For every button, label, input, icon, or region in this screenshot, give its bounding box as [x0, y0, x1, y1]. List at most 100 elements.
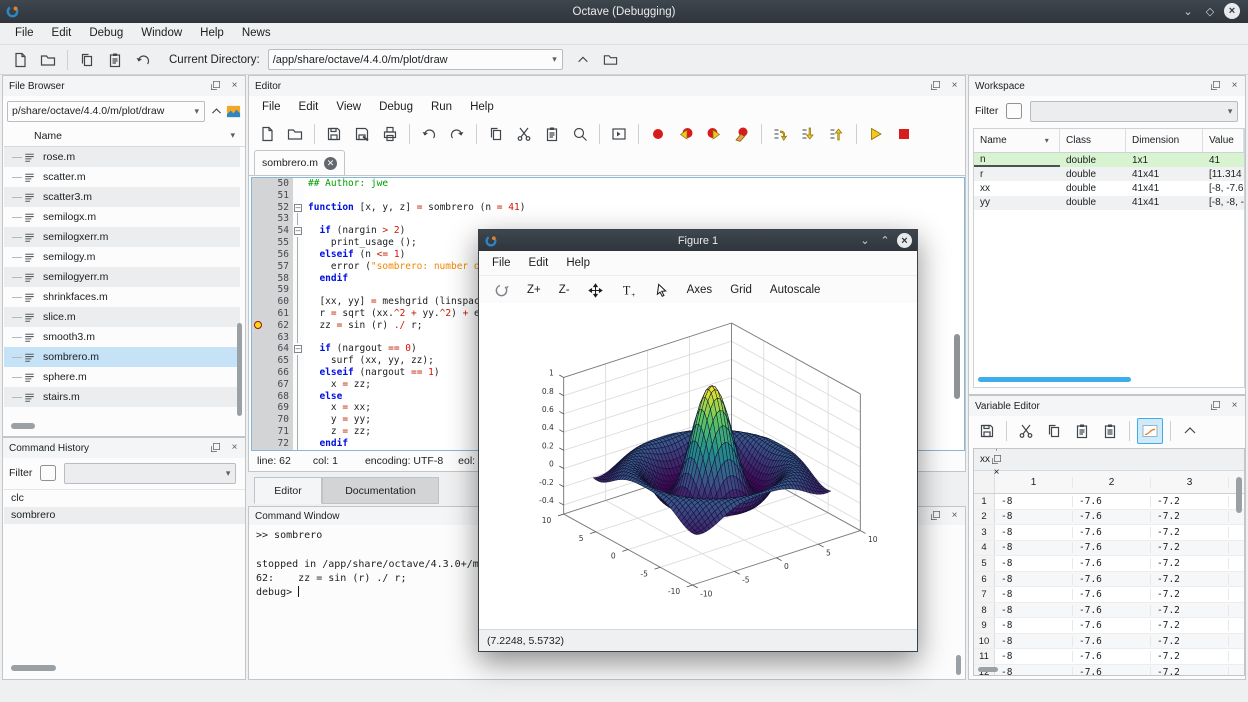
- collapse-button[interactable]: [1178, 419, 1202, 443]
- minimize-button[interactable]: ⌄: [1180, 3, 1196, 19]
- step-out-button[interactable]: [825, 122, 849, 146]
- workspace-cell[interactable]: double: [1060, 197, 1126, 208]
- pointer-icon[interactable]: [645, 278, 678, 302]
- fold-collapse-icon[interactable]: –: [294, 345, 302, 353]
- file-row[interactable]: sphere.m: [4, 367, 240, 387]
- menu-item-help[interactable]: Help: [461, 97, 503, 118]
- workspace-row[interactable]: ndouble1x141: [974, 153, 1244, 167]
- breakpoint-margin[interactable]: [252, 190, 265, 202]
- command-history-hscrollbar[interactable]: [11, 665, 56, 671]
- filter-checkbox[interactable]: [40, 465, 56, 481]
- menu-item-file[interactable]: File: [6, 23, 43, 44]
- variable-cell[interactable]: -7.6: [1073, 496, 1151, 507]
- run-in-terminal-button[interactable]: [607, 122, 631, 146]
- breakpoint-margin[interactable]: [252, 273, 265, 285]
- stop-button[interactable]: [892, 122, 916, 146]
- history-item[interactable]: sombrero: [4, 507, 245, 524]
- pan-icon[interactable]: [579, 278, 612, 302]
- float-panel-icon[interactable]: [990, 453, 1003, 466]
- menu-item-debug[interactable]: Debug: [80, 23, 132, 44]
- maximize-button[interactable]: ◇: [1202, 3, 1218, 19]
- breakpoint-margin[interactable]: [252, 320, 265, 332]
- fold-margin[interactable]: [293, 213, 304, 225]
- directory-up-button[interactable]: [571, 48, 595, 72]
- dock-tab-documentation[interactable]: Documentation: [322, 477, 439, 504]
- rotate-icon[interactable]: [485, 278, 518, 302]
- workspace-column-class[interactable]: Class: [1060, 129, 1126, 152]
- variable-cell[interactable]: -8: [995, 527, 1073, 538]
- file-browser-hscrollbar[interactable]: [11, 423, 35, 429]
- workspace-column-value[interactable]: Value: [1203, 129, 1244, 152]
- fold-margin[interactable]: [293, 237, 304, 249]
- variable-cell[interactable]: -7.2: [1151, 667, 1229, 676]
- browse-directory-button[interactable]: [599, 48, 623, 72]
- row-number[interactable]: 7: [974, 587, 995, 602]
- file-browser-vscrollbar[interactable]: [237, 323, 242, 416]
- breakpoint-margin[interactable]: [252, 284, 265, 296]
- breakpoint-margin[interactable]: [252, 225, 265, 237]
- save-button[interactable]: [975, 419, 999, 443]
- print-button[interactable]: [378, 122, 402, 146]
- filter-checkbox[interactable]: [1006, 103, 1022, 119]
- workspace-cell[interactable]: 41x41: [1126, 183, 1203, 194]
- workspace-cell[interactable]: 41: [1203, 155, 1244, 166]
- file-row[interactable]: rose.m: [4, 147, 240, 167]
- paste-button[interactable]: [103, 48, 127, 72]
- variable-cell[interactable]: -7.6: [1073, 651, 1151, 662]
- close-panel-icon[interactable]: ×: [1228, 79, 1241, 92]
- fold-margin[interactable]: –: [293, 202, 304, 214]
- float-panel-icon[interactable]: [1209, 399, 1222, 412]
- variable-cell[interactable]: -7.6: [1073, 527, 1151, 538]
- variable-cell[interactable]: -7.6: [1073, 511, 1151, 522]
- menu-item-run[interactable]: Run: [422, 97, 461, 118]
- command-window-vscrollbar[interactable]: [956, 655, 961, 675]
- close-button[interactable]: ×: [1224, 3, 1240, 19]
- step-button[interactable]: [769, 122, 793, 146]
- variable-cell[interactable]: -7.6: [1073, 667, 1151, 676]
- sync-octave-directory-button[interactable]: [225, 101, 242, 121]
- paste-button[interactable]: [540, 122, 564, 146]
- file-row[interactable]: sombrero.m: [4, 347, 240, 367]
- fold-margin[interactable]: [293, 178, 304, 190]
- row-number[interactable]: 1: [974, 494, 995, 509]
- breakpoint-margin[interactable]: [252, 391, 265, 403]
- breakpoint-margin[interactable]: [252, 261, 265, 273]
- fold-margin[interactable]: [293, 438, 304, 450]
- menu-item-window[interactable]: Window: [132, 23, 191, 44]
- variable-cell[interactable]: -7.2: [1151, 558, 1229, 569]
- breakpoint-margin[interactable]: [252, 343, 265, 355]
- clear-breakpoints-button[interactable]: [730, 122, 754, 146]
- fold-collapse-icon[interactable]: –: [294, 204, 302, 212]
- figure-autoscale-button[interactable]: Autoscale: [761, 278, 830, 302]
- file-row[interactable]: semilogyerr.m: [4, 267, 240, 287]
- breakpoint-margin[interactable]: [252, 332, 265, 344]
- new-file-button[interactable]: [255, 122, 279, 146]
- one-directory-up-button[interactable]: [208, 101, 225, 121]
- workspace-cell[interactable]: [-8, -8, -: [1203, 197, 1244, 208]
- variable-cell[interactable]: -7.2: [1151, 496, 1229, 507]
- variable-table-header[interactable]: 123: [974, 471, 1244, 494]
- file-browser-path-combobox[interactable]: p/share/octave/4.4.0/m/plot/draw▾: [7, 101, 205, 122]
- cut-button[interactable]: [1014, 419, 1038, 443]
- workspace-row[interactable]: yydouble41x41[-8, -8, -: [974, 196, 1244, 210]
- menu-item-edit[interactable]: Edit: [43, 23, 81, 44]
- dock-tab-editor[interactable]: Editor: [254, 477, 322, 504]
- figure-zplus-button[interactable]: Z+: [518, 278, 550, 302]
- paste-alt-button[interactable]: [1098, 419, 1122, 443]
- close-panel-icon[interactable]: ×: [228, 79, 241, 92]
- file-row[interactable]: slice.m: [4, 307, 240, 327]
- file-row[interactable]: smooth3.m: [4, 327, 240, 347]
- menu-item-debug[interactable]: Debug: [370, 97, 422, 118]
- redo-button[interactable]: [445, 122, 469, 146]
- fold-margin[interactable]: [293, 402, 304, 414]
- variable-cell[interactable]: -7.2: [1151, 605, 1229, 616]
- menu-item-file[interactable]: File: [253, 97, 290, 118]
- variable-cell[interactable]: -7.6: [1073, 589, 1151, 600]
- fold-collapse-icon[interactable]: –: [294, 227, 302, 235]
- fold-margin[interactable]: [293, 308, 304, 320]
- fold-margin[interactable]: –: [293, 343, 304, 355]
- close-button[interactable]: ×: [897, 233, 912, 248]
- continue-button[interactable]: [864, 122, 888, 146]
- menu-item-file[interactable]: File: [483, 253, 520, 274]
- fold-margin[interactable]: –: [293, 225, 304, 237]
